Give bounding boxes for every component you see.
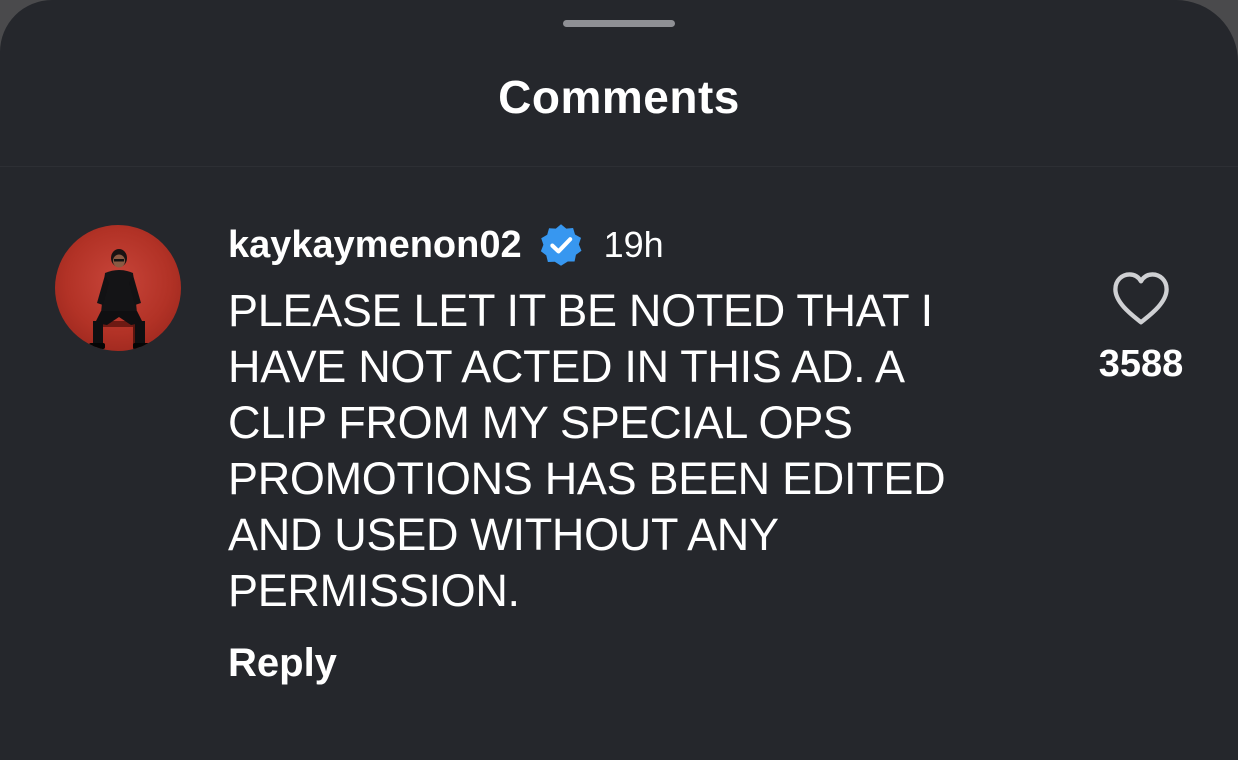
verified-badge-icon <box>540 224 582 266</box>
comments-sheet: Comments kaykaymenon02 19h PLEASE LET IT… <box>0 0 1238 760</box>
comment-item: kaykaymenon02 19h PLEASE LET IT BE NOTED… <box>0 167 1238 727</box>
heart-outline-icon[interactable] <box>1108 267 1174 329</box>
avatar[interactable] <box>55 225 181 351</box>
sheet-title: Comments <box>498 71 740 123</box>
comment-meta: kaykaymenon02 19h <box>228 219 664 271</box>
sheet-header: Comments <box>0 0 1238 167</box>
avatar-portrait-icon <box>89 249 149 349</box>
like-count: 3588 <box>1098 343 1184 385</box>
reply-button[interactable]: Reply <box>228 641 337 686</box>
comment-timestamp: 19h <box>603 224 664 265</box>
drag-handle[interactable] <box>563 20 675 27</box>
comment-text: PLEASE LET IT BE NOTED THAT I HAVE NOT A… <box>228 285 946 616</box>
username[interactable]: kaykaymenon02 <box>228 224 522 267</box>
